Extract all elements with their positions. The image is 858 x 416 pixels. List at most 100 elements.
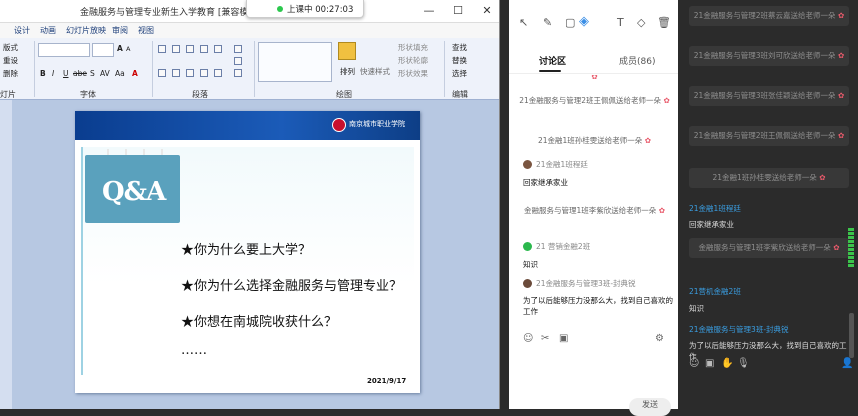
window-title: 金融服务与管理专业新生入学教育 [兼容模式] bbox=[80, 8, 261, 18]
eraser-icon[interactable]: ◇ bbox=[637, 16, 645, 29]
line-spacing-icon[interactable] bbox=[214, 45, 222, 53]
font-name-select[interactable] bbox=[38, 43, 90, 57]
microphone-icon[interactable]: 🎙 bbox=[737, 358, 750, 369]
app-logo-icon: ◈ bbox=[579, 14, 589, 29]
gift-message: 21金融1班孙桂雯送给老师一朵 ✿ bbox=[537, 136, 651, 145]
image-icon[interactable]: ▣ bbox=[559, 333, 568, 344]
shape-outline-button[interactable]: 形状轮廓 bbox=[398, 55, 428, 66]
gift-message: 21金融服务与管理2班王佩佩送给老师一朵 ✿ bbox=[689, 126, 849, 146]
close-icon[interactable]: ✕ bbox=[476, 2, 498, 20]
shapes-gallery[interactable] bbox=[258, 42, 332, 82]
justify-icon[interactable] bbox=[200, 69, 208, 77]
bullets-icon[interactable] bbox=[158, 45, 166, 53]
increase-indent-icon[interactable] bbox=[200, 45, 208, 53]
font-color-button[interactable]: A bbox=[132, 69, 138, 78]
user-icon[interactable]: 👤 bbox=[841, 358, 853, 369]
group-paragraph-label: 段落 bbox=[192, 90, 208, 99]
change-case-button[interactable]: Aa bbox=[115, 69, 125, 78]
select-button[interactable]: 选择 bbox=[452, 68, 467, 79]
bold-button[interactable]: B bbox=[40, 69, 46, 78]
message-text: 回家继承家业 bbox=[689, 220, 734, 229]
align-left-icon[interactable] bbox=[158, 69, 166, 77]
settings-icon[interactable]: ⚙ bbox=[655, 333, 664, 344]
align-text-icon[interactable] bbox=[234, 57, 242, 65]
sender-name: 21金融1班程廷 bbox=[536, 160, 588, 169]
group-slides-label: 灯片 bbox=[0, 90, 16, 99]
gift-message: 21金融服务与管理3班张佳颖送给老师一朵 ✿ bbox=[689, 86, 849, 106]
decrease-indent-icon[interactable] bbox=[186, 45, 194, 53]
chat-tabs: 讨论区 成员(86) bbox=[509, 44, 678, 74]
avatar bbox=[523, 279, 532, 288]
message-text: 知识 bbox=[689, 304, 704, 313]
tab-discussion[interactable]: 讨论区 bbox=[539, 54, 566, 67]
slide-thumbnail-pane[interactable] bbox=[0, 100, 12, 409]
flower-icon: ✿ bbox=[644, 136, 651, 145]
group-separator bbox=[152, 41, 153, 97]
live-status-bar[interactable]: 上课中 00:27:03 bbox=[246, 0, 364, 18]
maximize-icon[interactable]: ☐ bbox=[447, 2, 469, 20]
chat-input-toolbar: ☺ ✂ ▣ ⚙ bbox=[509, 328, 678, 350]
char-spacing-button[interactable]: AV bbox=[100, 69, 110, 78]
emoji-icon[interactable]: ☺ bbox=[689, 358, 699, 369]
minimize-icon[interactable]: — bbox=[418, 2, 440, 20]
delete-button[interactable]: 删除 bbox=[3, 68, 18, 79]
layout-button[interactable]: 版式 bbox=[3, 42, 18, 53]
flower-icon: ✿ bbox=[837, 51, 845, 60]
gift-message: 金融服务与管理1班李紫欣送给老师一朵 ✿ bbox=[524, 206, 665, 215]
trash-icon[interactable]: 🗑 bbox=[657, 16, 671, 29]
tab-slideshow[interactable]: 幻灯片放映 bbox=[66, 25, 106, 36]
chat-panel: ↖ ✎ ▢ ◈ T ◇ 🗑 讨论区 成员(86) ✿ 21金融服务与管理2班王佩… bbox=[509, 0, 678, 416]
smartart-icon[interactable] bbox=[234, 69, 242, 77]
flower-icon: ✿ bbox=[591, 75, 598, 81]
live-status-text: 上课中 00:27:03 bbox=[287, 5, 354, 15]
numbering-icon[interactable] bbox=[172, 45, 180, 53]
shrink-font-button[interactable]: A bbox=[126, 45, 130, 53]
gift-message: 21金融1班孙桂雯送给老师一朵 ✿ bbox=[689, 168, 849, 188]
tab-design[interactable]: 设计 bbox=[14, 25, 30, 36]
tab-members[interactable]: 成员(86) bbox=[619, 54, 655, 67]
message-text: 回家继承家业 bbox=[523, 178, 568, 187]
shape-effects-button[interactable]: 形状效果 bbox=[398, 68, 428, 79]
tab-review[interactable]: 审阅 bbox=[112, 25, 128, 36]
scrollbar[interactable] bbox=[849, 313, 854, 358]
flower-icon: ✿ bbox=[658, 206, 665, 215]
rectangle-icon[interactable]: ▢ bbox=[565, 16, 575, 29]
replace-button[interactable]: 替换 bbox=[452, 55, 467, 66]
find-button[interactable]: 查找 bbox=[452, 42, 467, 53]
tab-view[interactable]: 视图 bbox=[138, 25, 154, 36]
scissors-icon[interactable]: ✂ bbox=[541, 333, 549, 344]
school-seal-icon bbox=[332, 118, 346, 132]
tab-animation[interactable]: 动画 bbox=[40, 25, 56, 36]
ellipsis-text: …… bbox=[181, 343, 207, 358]
emoji-icon[interactable]: ☺ bbox=[523, 333, 533, 344]
columns-icon[interactable] bbox=[214, 69, 222, 77]
pointer-icon[interactable]: ↖ bbox=[519, 16, 528, 29]
flower-icon: ✿ bbox=[663, 96, 670, 105]
text-icon[interactable]: T bbox=[617, 16, 624, 29]
arrange-icon[interactable] bbox=[338, 42, 356, 60]
align-center-icon[interactable] bbox=[172, 69, 180, 77]
shape-fill-button[interactable]: 形状填充 bbox=[398, 42, 428, 53]
school-name: 南京城市职业学院 bbox=[349, 120, 405, 128]
flower-icon: ✿ bbox=[837, 131, 845, 140]
text-direction-icon[interactable] bbox=[234, 45, 242, 53]
shadow-button[interactable]: S bbox=[90, 69, 95, 78]
qa-image: Q&A bbox=[85, 155, 180, 223]
italic-button[interactable]: I bbox=[52, 69, 54, 78]
reset-button[interactable]: 重设 bbox=[3, 55, 18, 66]
align-right-icon[interactable] bbox=[186, 69, 194, 77]
grow-font-button[interactable]: A bbox=[117, 44, 123, 53]
image-icon[interactable]: ▣ bbox=[705, 358, 714, 369]
flower-icon: ✿ bbox=[833, 243, 840, 252]
send-button[interactable]: 发送 bbox=[629, 398, 671, 416]
slide-editing-area: 南京城市职业学院 Q&A ★你为什么要上大学？ ★你为什么选择金融服务与管理专业… bbox=[0, 100, 499, 409]
active-tab-underline bbox=[539, 70, 561, 72]
slide-canvas[interactable]: 南京城市职业学院 Q&A ★你为什么要上大学？ ★你为什么选择金融服务与管理专业… bbox=[75, 111, 420, 393]
arrange-button[interactable]: 排列 bbox=[340, 66, 355, 77]
pen-icon[interactable]: ✎ bbox=[543, 16, 552, 29]
underline-button[interactable]: U bbox=[63, 69, 69, 78]
hand-raise-icon[interactable]: ✋ bbox=[721, 358, 733, 369]
font-size-select[interactable] bbox=[92, 43, 114, 57]
quick-styles-button[interactable]: 快速样式 bbox=[360, 66, 390, 77]
strikethrough-button[interactable]: abe bbox=[73, 69, 87, 78]
